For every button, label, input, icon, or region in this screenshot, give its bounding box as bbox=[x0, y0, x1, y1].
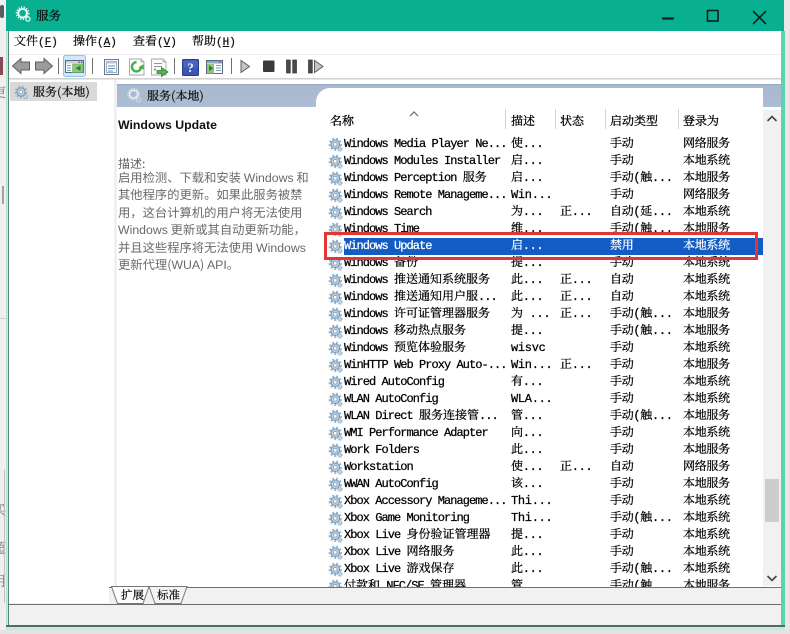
svg-text:?: ? bbox=[187, 60, 194, 75]
